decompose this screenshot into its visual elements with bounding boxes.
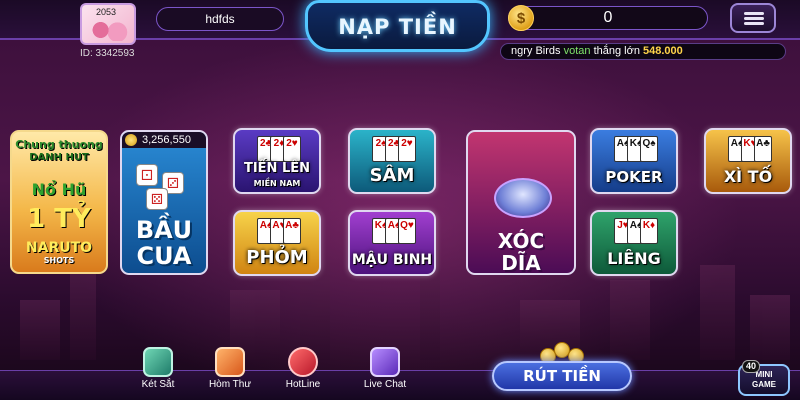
avatar-level: 2053	[96, 7, 117, 17]
banner-line-5: NARUTO	[25, 240, 93, 256]
xocdia-label-1: XÓC	[497, 229, 545, 253]
game-tile-xito[interactable]: A♠ K♥ A♣ XÌ TỐ	[704, 128, 792, 194]
mailbox-icon	[215, 347, 245, 377]
safe-label: Két Sắt	[141, 379, 175, 390]
live-chat-button[interactable]: Live Chat	[355, 347, 415, 390]
playing-cards-icon: A♠ K♥ A♣	[728, 136, 772, 164]
banner-line-3: Nổ Hũ	[31, 180, 87, 199]
game-tile-maubinh[interactable]: K♠ A♠ Q♥ MẬU BINH	[348, 210, 436, 276]
deposit-button[interactable]: NẠP TIỀN	[305, 0, 490, 52]
dice-icon: ⚀	[136, 164, 158, 186]
banner-line-4: 1 TỶ	[27, 204, 91, 234]
ticker-player: votan	[563, 45, 591, 57]
dice-icon: ⚄	[146, 188, 168, 210]
poker-label: POKER	[605, 168, 663, 186]
banner-line-6: SHOTS	[43, 256, 75, 265]
withdraw-button[interactable]: RÚT TIỀN	[492, 361, 632, 391]
ticker-action: thắng lớn	[593, 45, 640, 57]
phom-label: PHỎM	[246, 247, 308, 268]
game-tile-baucua[interactable]: 3,256,550 ⚀ ⚂ ⚄ BẦU CUA	[120, 130, 208, 275]
naruto-jackpot-banner[interactable]: Chung thuong DANH HUT Nổ Hũ 1 TỶ NARUTO …	[10, 130, 108, 274]
playing-cards-icon: J♥ A♠ K♦	[614, 218, 658, 246]
mailbox-label: Hòm Thư	[208, 379, 252, 390]
baucua-label: BẦU CUA	[122, 217, 206, 269]
game-tile-poker[interactable]: A♠ K♠ Q♠ POKER	[590, 128, 678, 194]
playing-cards-icon: A♠ K♠ Q♠	[614, 136, 658, 164]
maubinh-label: MẬU BINH	[351, 252, 433, 268]
ticker-amount: 548.000	[643, 45, 683, 57]
tienlen-label: TIẾN LÊN	[243, 161, 311, 176]
xocdia-label-2: DĨA	[501, 251, 541, 275]
minigame-button[interactable]: 40 MINI GAME	[738, 360, 790, 396]
avatar-image	[88, 19, 130, 41]
avatar[interactable]: 2053	[80, 3, 136, 45]
playing-cards-icon: K♠ A♠ Q♥	[372, 218, 416, 246]
hotline-label: HotLine	[285, 379, 321, 390]
playing-cards-icon: 2♣ 2♦ 2♥	[257, 136, 301, 164]
hamburger-line	[744, 17, 764, 20]
xocdia-label: XÓC DĨA	[468, 229, 574, 275]
winner-ticker: ngry Birds votan thắng lớn 548.000	[500, 43, 786, 60]
dollar-coin-icon: $	[508, 5, 534, 31]
coin-icon	[125, 134, 137, 146]
chat-bubble-icon	[370, 347, 400, 377]
hamburger-line	[744, 22, 764, 25]
game-tile-tienlen[interactable]: 2♣ 2♦ 2♥ TIẾN LÊN MIỀN NAM	[233, 128, 321, 194]
live-chat-label: Live Chat	[363, 379, 407, 390]
menu-button[interactable]	[730, 3, 776, 33]
banner-line-1: Chung thuong	[15, 138, 103, 151]
xito-label: XÌ TỐ	[723, 167, 773, 186]
game-tile-xocdia[interactable]: XÓC DĨA	[466, 130, 576, 275]
playing-cards-icon: 2♠ 2♣ 2♥	[372, 136, 416, 164]
tienlen-sublabel: MIỀN NAM	[253, 179, 301, 188]
hotline-button[interactable]: HotLine	[273, 347, 333, 390]
ticker-prefix: ngry Birds	[511, 45, 561, 57]
minigame-label-2: GAME	[752, 380, 776, 389]
balance-display: 0	[508, 6, 708, 30]
game-tile-sam[interactable]: 2♠ 2♣ 2♥ SÂM	[348, 128, 436, 194]
lieng-label: LIÊNG	[607, 249, 661, 268]
username-field[interactable]: hdfds	[156, 7, 284, 31]
minigame-count-badge: 40	[742, 360, 761, 373]
telephone-icon	[288, 347, 318, 377]
playing-cards-icon: A♠ A♥ A♣	[257, 218, 301, 246]
baucua-label-2: CUA	[136, 242, 192, 270]
baucua-label-1: BẦU	[135, 216, 193, 244]
hamburger-menu-icon	[744, 12, 764, 15]
game-tile-phom[interactable]: A♠ A♥ A♣ PHỎM	[233, 210, 321, 276]
safe-icon	[143, 347, 173, 377]
bowl-icon	[494, 178, 552, 218]
pot-amount: 3,256,550	[142, 134, 191, 146]
user-id: ID: 3342593	[80, 48, 135, 59]
game-tile-lieng[interactable]: J♥ A♠ K♦ LIÊNG	[590, 210, 678, 276]
safe-button[interactable]: Két Sắt	[128, 347, 188, 390]
jackpot-pot: 3,256,550	[122, 132, 206, 148]
sam-label: SÂM	[369, 165, 415, 186]
mailbox-button[interactable]: Hòm Thư	[200, 347, 260, 390]
banner-line-2: DANH HUT	[29, 152, 89, 163]
